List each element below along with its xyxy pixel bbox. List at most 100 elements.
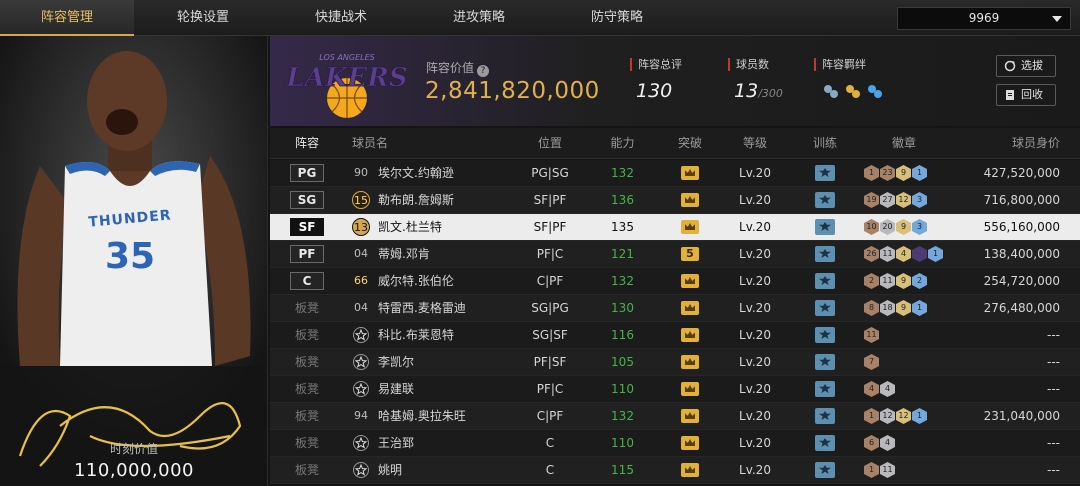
tab-quick-tactics[interactable]: 快捷战术 [272, 0, 410, 36]
badge-list[interactable]: 64 [864, 435, 896, 451]
table-row[interactable]: 板凳 科比.布莱恩特 SG|SF 116 Lv.20 11 --- [270, 322, 1080, 349]
player-card[interactable]: THUNDER 35 时刻价值 110,000,000 [0, 36, 268, 486]
card-value: 110,000,000 [73, 460, 194, 481]
player-level: Lv.20 [739, 355, 771, 369]
table-row[interactable]: 板凳 王治郅 C 110 Lv.20 6 4 --- [270, 430, 1080, 457]
badge-gold: 12 [896, 192, 911, 208]
badge-list[interactable]: 10 20 9 3 [864, 219, 928, 235]
player-salary: 427,520,000 [983, 166, 1060, 180]
table-row[interactable]: 板凳 姚明 C 115 Lv.20 1 11 --- [270, 457, 1080, 484]
badge-list[interactable]: 26 11 4 1 [864, 246, 944, 262]
dropdown-value: 9969 [968, 11, 1000, 25]
player-rank: 94 [354, 409, 368, 422]
tab-defense[interactable]: 防守策略 [548, 0, 686, 36]
slot-badge[interactable]: PF [290, 245, 324, 263]
select-button[interactable]: 选拔 [996, 55, 1056, 77]
player-name[interactable]: 李凯尔 [378, 349, 414, 375]
player-name[interactable]: 科比.布莱恩特 [378, 322, 454, 348]
team-header: LOS ANGELES LAKERS 阵容价值? 2,841,820,000 阵… [270, 36, 1080, 126]
slot-badge[interactable]: C [290, 272, 324, 290]
player-level: Lv.20 [739, 436, 771, 450]
badge-bronze: 2 [864, 273, 879, 289]
col-salary[interactable]: 球员身价 [980, 128, 1060, 159]
player-salary: 231,040,000 [983, 409, 1060, 423]
training-icon[interactable] [815, 354, 835, 370]
player-position: C|PF [536, 409, 564, 423]
player-salary: --- [1047, 436, 1060, 450]
training-icon[interactable] [815, 219, 835, 235]
logo-name-text: LAKERS [285, 63, 407, 93]
player-name[interactable]: 王治郅 [378, 430, 414, 456]
recycle-button[interactable]: 回收 [996, 84, 1056, 106]
training-icon[interactable] [815, 327, 835, 343]
team-select-dropdown[interactable]: 9969 [897, 7, 1071, 30]
tab-lineup[interactable]: 阵容管理 [0, 0, 134, 36]
badge-list[interactable]: 8 18 9 1 [864, 300, 928, 316]
col-breakthrough[interactable]: 突破 [660, 128, 720, 159]
slot-badge[interactable]: SG [290, 191, 324, 209]
player-name[interactable]: 威尔特.张伯伦 [378, 268, 454, 294]
player-salary: 276,480,000 [983, 301, 1060, 315]
badge-list[interactable]: 44 [864, 381, 896, 397]
table-row[interactable]: 板凳 李凯尔 PF|SF 105 Lv.20 7 --- [270, 349, 1080, 376]
top-nav: 阵容管理 轮换设置 快捷战术 进攻策略 防守策略 9969 [0, 0, 1080, 36]
table-row[interactable]: SG 15 勒布朗.詹姆斯 SF|PF 136 Lv.20 19 27 12 3 716,800,0… [270, 187, 1080, 214]
bond-icons[interactable] [820, 82, 890, 102]
help-icon[interactable]: ? [477, 65, 490, 77]
col-training[interactable]: 训练 [795, 128, 855, 159]
badge-list[interactable]: 11 [864, 327, 880, 343]
player-name[interactable]: 凯文.杜兰特 [378, 214, 442, 240]
training-icon[interactable] [815, 462, 835, 478]
col-badges[interactable]: 徽章 [864, 128, 944, 159]
player-ability: 110 [611, 436, 634, 450]
training-icon[interactable] [815, 192, 835, 208]
table-row[interactable]: C 66 威尔特.张伯伦 C|PF 132 Lv.20 2 11 9 2 254,720,000 [270, 268, 1080, 295]
table-row[interactable]: 板凳 04 特雷西.麦格雷迪 SG|PG 130 Lv.20 8 18 9 1 276,480,00… [270, 295, 1080, 322]
training-icon[interactable] [815, 408, 835, 424]
col-slot[interactable]: 阵容 [290, 128, 324, 159]
training-icon[interactable] [815, 300, 835, 316]
training-icon[interactable] [815, 435, 835, 451]
player-name[interactable]: 埃尔文.约翰逊 [378, 160, 454, 186]
star-icon [350, 457, 372, 483]
badge-list[interactable]: 19 27 12 3 [864, 192, 928, 208]
badge-list[interactable]: 1 12 12 1 [864, 408, 928, 424]
table-row[interactable]: 板凳 易建联 PF|C 110 Lv.20 4 4 --- [270, 376, 1080, 403]
player-name[interactable]: 勒布朗.詹姆斯 [378, 187, 454, 213]
player-name[interactable]: 蒂姆.邓肯 [378, 241, 430, 267]
player-position: C [545, 436, 555, 450]
badge-list[interactable]: 1 23 9 1 [864, 165, 928, 181]
player-rank: 66 [354, 274, 368, 287]
tab-rotation[interactable]: 轮换设置 [134, 0, 272, 36]
badge-list[interactable]: 1 11 [864, 462, 896, 478]
player-name[interactable]: 姚明 [378, 457, 402, 483]
player-rank: 04 [354, 301, 368, 314]
training-icon[interactable] [815, 165, 835, 181]
player-level: Lv.20 [739, 220, 771, 234]
slot-badge[interactable]: PG [290, 164, 324, 182]
col-ability[interactable]: 能力 [590, 128, 655, 159]
badge-gold: 4 [896, 246, 911, 262]
player-name[interactable]: 哈基姆.奥拉朱旺 [378, 403, 466, 429]
player-count-label: 球员数 [728, 58, 769, 71]
table-row[interactable]: PG 90 埃尔文.约翰逊 PG|SG 132 Lv.20 1 23 9 1 427,520,000 [270, 160, 1080, 187]
table-row[interactable]: PF 04 蒂姆.邓肯 PF|C 121 5 Lv.20 26 11 4 1 138,400,000 [270, 241, 1080, 268]
tab-offense[interactable]: 进攻策略 [410, 0, 548, 36]
badge-list[interactable]: 2 11 9 2 [864, 273, 928, 289]
badge-list[interactable]: 7 [864, 354, 880, 370]
training-icon[interactable] [815, 273, 835, 289]
table-row[interactable]: 板凳 94 哈基姆.奥拉朱旺 C|PF 132 Lv.20 1 12 12 1 231,040,00… [270, 403, 1080, 430]
star-icon [350, 349, 372, 375]
col-position[interactable]: 位置 [520, 128, 580, 159]
player-name[interactable]: 易建联 [378, 376, 414, 402]
player-name[interactable]: 特雷西.麦格雷迪 [378, 295, 466, 321]
badge-gold: 9 [896, 165, 911, 181]
training-icon[interactable] [815, 246, 835, 262]
col-level[interactable]: 等级 [725, 128, 785, 159]
slot-badge[interactable]: SF [290, 218, 324, 236]
player-level: Lv.20 [739, 409, 771, 423]
col-name[interactable]: 球员名 [352, 128, 412, 159]
table-row[interactable]: SF 13 凯文.杜兰特 SF|PF 135 Lv.20 10 20 9 3 556,160,000 [270, 214, 1080, 241]
badge-bronze: 4 [864, 381, 879, 397]
training-icon[interactable] [815, 381, 835, 397]
